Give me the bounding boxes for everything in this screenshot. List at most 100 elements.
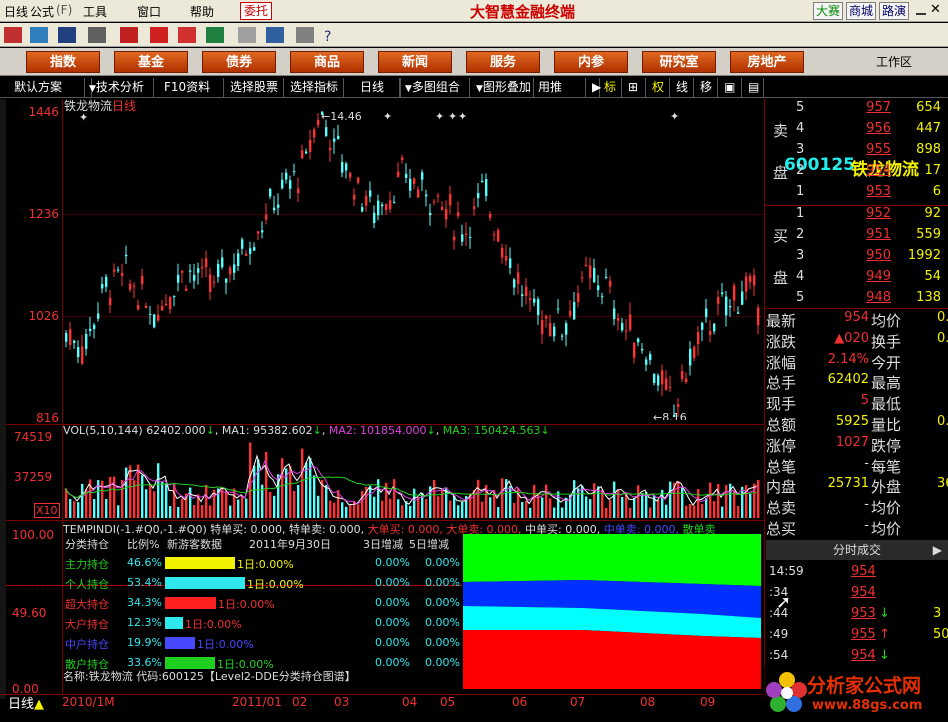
category-insider[interactable]: 内参 [554, 51, 628, 73]
stat-row: 总笔 - 每笔 [765, 456, 948, 477]
volume-bar [409, 505, 412, 518]
candle-body [117, 269, 120, 271]
candle-body [509, 258, 512, 268]
dde-holdings-table: 分类持仓 比例% 新游客数据 2011年9月30日 3日增减 5日增减 主力持仓… [63, 534, 461, 688]
volume-bar [589, 499, 592, 518]
candle-body [697, 332, 700, 345]
period-label[interactable]: 日线▲ [8, 693, 44, 712]
stat-value: 954 [844, 310, 869, 325]
candle-body [385, 204, 388, 210]
volume-bar [249, 442, 252, 518]
contest-button[interactable]: 大赛 [813, 2, 843, 20]
tick-trades-button[interactable]: 分时成交 ▶ [766, 540, 948, 560]
mall-button[interactable]: 商城 [846, 2, 876, 20]
stat-label: 今开 [871, 353, 902, 372]
table-header: 分类持仓 比例% 新游客数据 2011年9月30日 3日增减 5日增减 [65, 538, 449, 551]
left-side-strip[interactable] [0, 99, 6, 699]
candle-body [533, 298, 536, 303]
tab-multi-chart[interactable]: ▼多图组合 [400, 78, 470, 97]
trade-button[interactable]: 委托 [240, 2, 272, 20]
tab-overlay[interactable]: ▼图形叠加 [472, 78, 534, 97]
zoom-in-icon[interactable]: ▣ [720, 78, 742, 97]
dde-footer: 名称:铁龙物流 代码:600125【Level2-DDE分类持仓图谱】 [63, 670, 356, 683]
stat-label: 总卖 [766, 499, 797, 518]
category-index[interactable]: 指数 [26, 51, 100, 73]
menu-help[interactable]: 帮助 [190, 3, 214, 20]
stat-value: 36 [937, 476, 948, 492]
volume-bar [561, 507, 564, 518]
category-news[interactable]: 新闻 [378, 51, 452, 73]
tab-line[interactable]: 线 [672, 78, 694, 97]
volume-bar [325, 485, 328, 518]
orderbook-row[interactable]: 2 951 559 [765, 227, 948, 248]
crosshair-icon[interactable]: ⊞ [624, 78, 646, 97]
candle-body [85, 334, 88, 349]
tab-rights[interactable]: 权 [648, 78, 670, 97]
volume-bar [449, 500, 452, 518]
tab-mark[interactable]: 标 [600, 78, 622, 97]
category-realestate[interactable]: 房地产 [730, 51, 804, 73]
tab-daily[interactable]: 日线 [356, 78, 400, 97]
volume-bar [93, 499, 96, 518]
volume-bar [669, 481, 672, 518]
menu-window[interactable]: 窗口 [137, 3, 161, 20]
volume-chart[interactable] [63, 438, 764, 518]
bid-price: 952 [866, 206, 891, 221]
app-title: 大智慧金融终端 [470, 3, 576, 21]
volume-bar [509, 486, 512, 518]
trade-row: 14:59 954 [765, 564, 948, 585]
refresh-icon [178, 27, 196, 43]
menu-formula[interactable]: 公式 [30, 3, 54, 20]
tab-tech-analysis[interactable]: ▼技术分析 [84, 78, 154, 97]
category-fund[interactable]: 基金 [114, 51, 188, 73]
candlestick-chart[interactable]: ←14.46←8.16✦ ✦ ✦ ✦ ✦ ✦ [63, 109, 764, 420]
orderbook-row[interactable]: 2 954 17 [765, 163, 948, 184]
orderbook-row[interactable]: 3 955 898 [765, 142, 948, 163]
orderbook-row[interactable]: 5 957 654 [765, 100, 948, 121]
back-icon [4, 27, 22, 43]
tab-select-stock[interactable]: 选择股票 [226, 78, 284, 97]
zoom-out-icon[interactable]: ▤ [744, 78, 764, 97]
tab-f10[interactable]: F10资料 [160, 78, 224, 97]
volume-bar [269, 491, 272, 518]
category-research[interactable]: 研究室 [642, 51, 716, 73]
volume-bar [629, 507, 632, 518]
menu-day[interactable]: 日线 [4, 3, 28, 20]
volume-bar [189, 487, 192, 518]
tab-default-scheme[interactable]: 默认方案 [10, 78, 92, 97]
candle-body [209, 274, 212, 292]
tab-recommend[interactable]: 用推 [534, 78, 586, 97]
candle-body [361, 207, 364, 212]
volume-bar [701, 504, 704, 518]
volume-bar [177, 506, 180, 518]
tab-move[interactable]: 移 [696, 78, 718, 97]
work-area[interactable]: 工作区 [876, 53, 912, 70]
category-bond[interactable]: 债券 [202, 51, 276, 73]
orderbook-row[interactable]: 4 956 447 [765, 121, 948, 142]
roadshow-button[interactable]: 路演 [879, 2, 909, 20]
stat-label: 涨幅 [766, 353, 797, 372]
ask-volume: 17 [924, 163, 941, 178]
category-service[interactable]: 服务 [466, 51, 540, 73]
orderbook-row[interactable]: 3 950 1992 [765, 248, 948, 269]
volume-bar [157, 463, 160, 518]
candle-body [713, 323, 716, 332]
trade-price: 954 [851, 648, 876, 663]
volume-bar [749, 493, 752, 518]
menu-tools[interactable]: 工具 [83, 3, 107, 20]
stat-label: 均价 [871, 499, 902, 518]
candle-body [561, 335, 564, 337]
orderbook-row[interactable]: 1 953 6 [765, 184, 948, 205]
play-icon[interactable]: ▶ [588, 78, 601, 97]
volume-bar [181, 498, 184, 518]
close-icon[interactable]: ✕ [930, 2, 941, 17]
orderbook-row[interactable]: 4 949 54 [765, 269, 948, 290]
orderbook-row[interactable]: 1 952 92 [765, 206, 948, 227]
minimize-icon[interactable] [916, 3, 926, 15]
volume-bar [289, 465, 292, 518]
category-commodity[interactable]: 商品 [290, 51, 364, 73]
volume-bar [333, 502, 336, 518]
tab-select-indicator[interactable]: 选择指标 [286, 78, 344, 97]
ask-volume: 447 [916, 121, 941, 136]
stat-value: 1027 [835, 434, 869, 450]
